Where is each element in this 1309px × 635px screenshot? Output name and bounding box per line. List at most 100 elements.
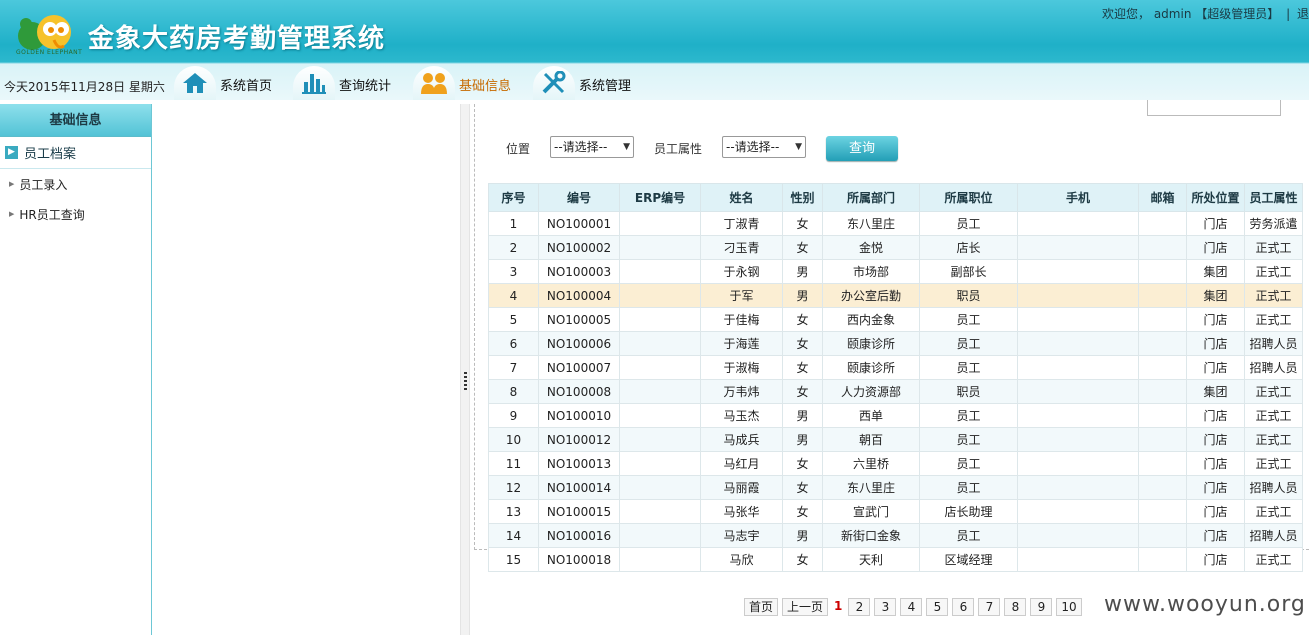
query-button[interactable]: 查询 [826,136,898,161]
location-select-value: --请选择-- [554,140,608,154]
column-header: 所处位置 [1186,183,1245,212]
panel-splitter[interactable] [460,104,470,635]
nav-tab-home[interactable]: 系统首页 [174,62,272,100]
table-cell: 马欣 [700,547,783,572]
table-cell: 正式工 [1244,451,1303,476]
table-cell [1138,235,1187,260]
page-number-button[interactable]: 7 [978,598,1001,616]
table-row[interactable]: 14 NO100016 马志宇男新街口金象 员工 门店 招聘人员 [488,523,1303,548]
table-cell: 8 [488,379,539,404]
nav-tab-label: 系统首页 [220,79,273,94]
table-row[interactable]: 9 NO100010 马玉杰男西单 员工 门店 正式工 [488,403,1303,428]
table-cell: 正式工 [1244,307,1303,332]
table-cell [1138,355,1187,380]
page-number-button[interactable]: 2 [848,598,871,616]
table-row[interactable]: 15 NO100018 马欣女天利 区域经理 门店 正式工 [488,547,1303,572]
table-cell: 11 [488,451,539,476]
table-cell: 男 [782,283,823,308]
pagination: 首页 上一页 1 2 3 4 5 6 7 8 9 10 [744,598,1082,616]
table-row[interactable]: 8 NO100008 万韦炜女人力资源部 职员 集团 正式工 [488,379,1303,404]
table-cell: 职员 [919,283,1018,308]
sidebar-section-employee-files[interactable]: ▶ 员工档案 [0,137,151,169]
table-cell: 7 [488,355,539,380]
table-cell [619,307,701,332]
table-cell: 员工 [919,475,1018,500]
table-row[interactable]: 12 NO100014 马丽霞女东八里庄 员工 门店 招聘人员 [488,475,1303,500]
table-cell: 颐康诊所 [822,331,920,356]
table-row[interactable]: 10 NO100012 马成兵男朝百 员工 门店 正式工 [488,427,1303,452]
table-cell [1138,523,1187,548]
sidebar-item-hr-query[interactable]: ▶ HR员工查询 [0,199,151,229]
bar-chart-icon [293,66,335,100]
table-cell [619,451,701,476]
table-cell [1138,259,1187,284]
column-header: 所属部门 [822,183,920,212]
logout-link[interactable]: 退 [1297,7,1309,21]
table-row[interactable]: 2 NO100002 刁玉青女金悦 店长 门店 正式工 [488,235,1303,260]
table-row[interactable]: 5 NO100005 于佳梅女西内金象 员工 门店 正式工 [488,307,1303,332]
sidebar-item-employee-entry[interactable]: ▶ 员工录入 [0,169,151,199]
table-cell: 招聘人员 [1244,355,1303,380]
table-header-row: 序号 编号 ERP编号 姓名 性别 所属部门 所属职位 手机 邮箱 所处位置 员工属性 [488,183,1303,212]
table-cell [619,403,701,428]
table-cell: NO100002 [538,235,620,260]
table-cell: 办公室后勤 [822,283,920,308]
table-cell: 门店 [1186,451,1245,476]
table-cell: NO100012 [538,427,620,452]
table-cell: 店长助理 [919,499,1018,524]
table-cell: 门店 [1186,403,1245,428]
page-number-button[interactable]: 6 [952,598,975,616]
nav-tab-label: 系统管理 [579,79,632,94]
table-cell [619,211,701,236]
table-cell [1017,451,1139,476]
app-title: 金象大药房考勤管理系统 [88,24,386,54]
table-row[interactable]: 13 NO100015 马张华女宣武门 店长助理 门店 正式工 [488,499,1303,524]
page-number-button[interactable]: 4 [900,598,923,616]
nav-tab-statistics[interactable]: 查询统计 [293,62,391,100]
table-cell [1138,307,1187,332]
employee-attr-select[interactable]: --请选择-- ▼ [722,136,806,158]
table-cell: 于淑梅 [700,355,783,380]
separator: | [1286,7,1291,21]
table-cell: NO100003 [538,259,620,284]
column-header: ERP编号 [619,183,701,212]
table-row[interactable]: 11 NO100013 马红月女六里桥 员工 门店 正式工 [488,451,1303,476]
prev-page-button[interactable]: 上一页 [782,598,829,616]
page-number-button[interactable]: 5 [926,598,949,616]
table-cell: 正式工 [1244,403,1303,428]
table-cell: NO100008 [538,379,620,404]
table-cell: 于永钢 [700,259,783,284]
table-row[interactable]: 6 NO100006 于海莲女颐康诊所 员工 门店 招聘人员 [488,331,1303,356]
table-row[interactable]: 7 NO100007 于淑梅女颐康诊所 员工 门店 招聘人员 [488,355,1303,380]
first-page-button[interactable]: 首页 [744,598,779,616]
drag-handle-icon[interactable] [464,372,467,390]
table-cell [619,547,701,572]
nav-tab-system[interactable]: 系统管理 [533,62,631,100]
nav-tab-basic-info[interactable]: 基础信息 [413,62,511,100]
table-cell: 女 [782,355,823,380]
table-row[interactable]: 1 NO100001 丁淑青女东八里庄 员工 门店 劳务派遣 [488,211,1303,236]
table-cell: NO100015 [538,499,620,524]
table-cell [1138,547,1187,572]
table-cell: 女 [782,379,823,404]
location-select[interactable]: --请选择-- ▼ [550,136,634,158]
table-cell: 马成兵 [700,427,783,452]
sidebar-item-label: HR员工查询 [19,207,85,222]
page-number-button[interactable]: 9 [1030,598,1053,616]
expand-icon: ▶ [5,146,18,159]
table-cell [1138,379,1187,404]
table-row[interactable]: 4 NO100004 于军男办公室后勤 职员 集团 正式工 [488,283,1303,308]
page-number-button[interactable]: 10 [1056,598,1082,616]
table-cell [1017,475,1139,500]
username-link[interactable]: admin [1154,7,1192,21]
table-row[interactable]: 3 NO100003 于永钢男市场部 副部长 集团 正式工 [488,259,1303,284]
page-number-button[interactable]: 3 [874,598,897,616]
table-cell [1017,427,1139,452]
table-cell: 副部长 [919,259,1018,284]
table-cell: 职员 [919,379,1018,404]
table-cell: 12 [488,475,539,500]
search-field-partial[interactable] [1147,100,1281,116]
page-number-button[interactable]: 1 [832,598,844,616]
page-number-button[interactable]: 8 [1004,598,1027,616]
table-cell [619,259,701,284]
